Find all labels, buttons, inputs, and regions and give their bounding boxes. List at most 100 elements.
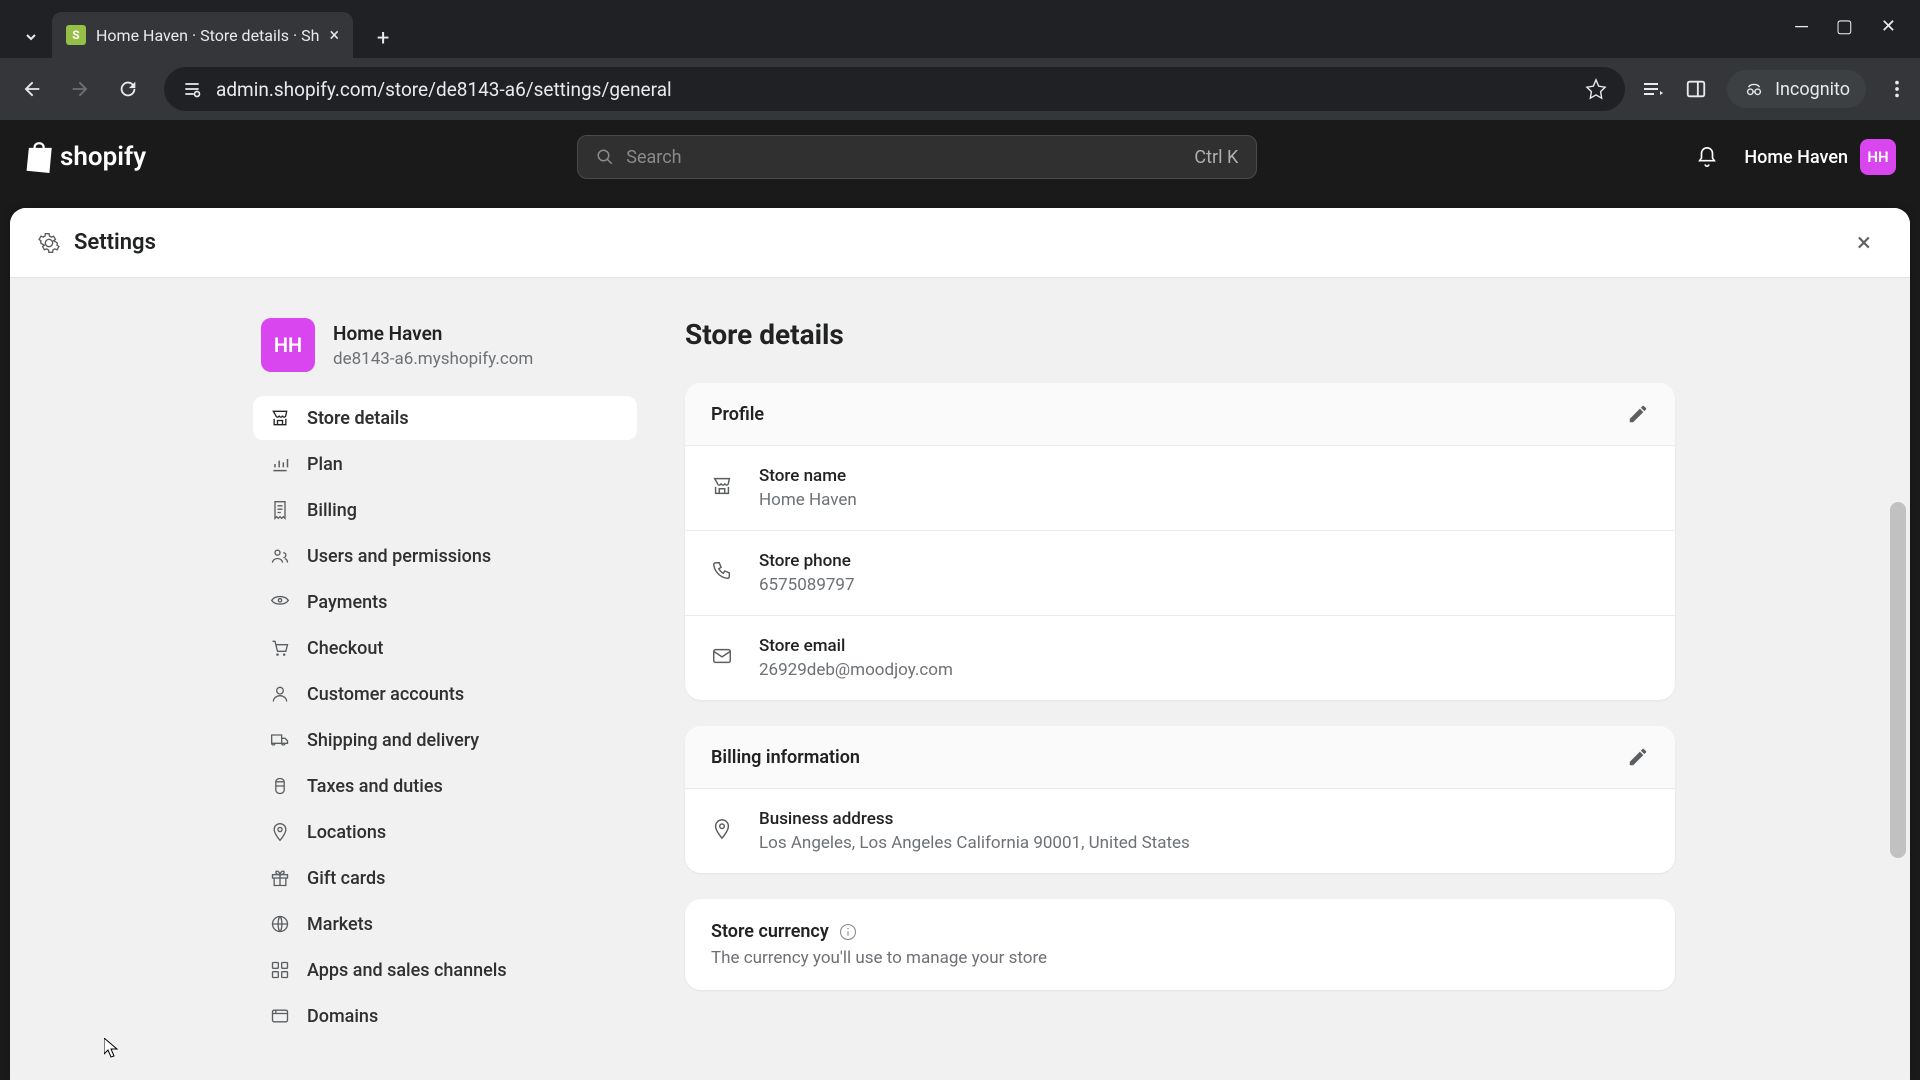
sidebar-item-locations[interactable]: Locations (253, 810, 637, 854)
account-avatar: HH (1860, 139, 1896, 175)
field-row: Store email26929deb@moodjoy.com (685, 615, 1675, 700)
close-window-button[interactable]: ✕ (1881, 16, 1896, 37)
sidebar-item-users-and-permissions[interactable]: Users and permissions (253, 534, 637, 578)
apps-icon (269, 959, 291, 981)
sidebar-item-payments[interactable]: Payments (253, 580, 637, 624)
search-icon (596, 148, 614, 166)
bell-icon (1696, 146, 1718, 168)
account-name: Home Haven (1744, 147, 1848, 168)
sidebar-item-label: Users and permissions (307, 546, 491, 567)
gear-icon (38, 232, 60, 254)
sidebar-item-checkout[interactable]: Checkout (253, 626, 637, 670)
browser-menu-icon[interactable] (1886, 78, 1908, 100)
field-label: Store email (759, 636, 953, 656)
incognito-badge[interactable]: Incognito (1727, 70, 1866, 108)
side-panel-icon[interactable] (1685, 78, 1707, 100)
sidebar-item-billing[interactable]: Billing (253, 488, 637, 532)
gift-icon (269, 867, 291, 889)
sidebar-item-gift-cards[interactable]: Gift cards (253, 856, 637, 900)
page-title: Store details (685, 318, 1675, 351)
shopify-logo[interactable]: shopify (24, 141, 146, 173)
field-row: Store phone6575089797 (685, 530, 1675, 615)
mail-icon (711, 645, 737, 671)
content-scrollbar[interactable] (1890, 502, 1906, 858)
sidebar-item-apps-and-sales-channels[interactable]: Apps and sales channels (253, 948, 637, 992)
billing-card-title: Billing information (711, 747, 860, 768)
sidebar-item-store-details[interactable]: Store details (253, 396, 637, 440)
field-label: Business address (759, 809, 1190, 829)
sidebar-item-label: Customer accounts (307, 684, 464, 705)
receipt-icon (269, 499, 291, 521)
media-control-icon[interactable] (1641, 77, 1665, 101)
bookmark-star-icon[interactable] (1585, 78, 1607, 100)
field-label: Store name (759, 466, 857, 486)
sidebar-item-label: Apps and sales channels (307, 960, 507, 981)
browser-tab[interactable]: S Home Haven · Store details · Sh × (52, 12, 353, 58)
sidebar-item-label: Checkout (307, 638, 383, 659)
reload-button[interactable] (108, 69, 148, 109)
phone-icon (711, 560, 737, 586)
store-identity[interactable]: HH Home Haven de8143-a6.myshopify.com (245, 318, 645, 396)
maximize-button[interactable]: ▢ (1836, 16, 1853, 37)
settings-header: Settings × (10, 208, 1910, 278)
notifications-button[interactable] (1688, 138, 1726, 176)
currency-description: The currency you'll use to manage your s… (711, 948, 1649, 968)
sidebar-item-markets[interactable]: Markets (253, 902, 637, 946)
tab-close-button[interactable]: × (329, 25, 339, 46)
sidebar-item-shipping-and-delivery[interactable]: Shipping and delivery (253, 718, 637, 762)
users-icon (269, 545, 291, 567)
shopify-topbar: shopify Search Ctrl K Home Haven HH (0, 120, 1920, 194)
tab-title: Home Haven · Store details · Sh (96, 26, 319, 45)
sidebar-item-label: Gift cards (307, 868, 385, 889)
domain-icon (269, 1005, 291, 1027)
globe-icon (269, 913, 291, 935)
edit-profile-button[interactable] (1627, 403, 1649, 425)
tax-icon (269, 775, 291, 797)
settings-main: Store details Profile Store nameHome Hav… (685, 318, 1675, 1080)
location-icon (711, 818, 737, 844)
back-button[interactable] (12, 69, 52, 109)
payments-icon (269, 591, 291, 613)
settings-sidebar: HH Home Haven de8143-a6.myshopify.com St… (245, 318, 645, 1080)
forward-button[interactable] (60, 69, 100, 109)
sidebar-item-label: Domains (307, 1006, 378, 1027)
profile-card: Profile Store nameHome HavenStore phone6… (685, 383, 1675, 700)
info-icon[interactable] (839, 923, 857, 941)
sidebar-item-taxes-and-duties[interactable]: Taxes and duties (253, 764, 637, 808)
cart-icon (269, 637, 291, 659)
search-input[interactable]: Search Ctrl K (577, 135, 1257, 179)
settings-modal: Settings × HH Home Haven de8143-a6.mysho… (10, 208, 1910, 1080)
person-icon (269, 683, 291, 705)
store-name: Home Haven (333, 322, 533, 345)
store-avatar: HH (261, 318, 315, 372)
sidebar-item-label: Taxes and duties (307, 776, 443, 797)
truck-icon (269, 729, 291, 751)
store-icon (269, 407, 291, 429)
tab-search-dropdown[interactable] (10, 16, 52, 58)
sidebar-item-label: Billing (307, 500, 357, 521)
field-row: Business addressLos Angeles, Los Angeles… (685, 788, 1675, 873)
field-value: 6575089797 (759, 575, 855, 595)
store-icon (711, 475, 737, 501)
site-settings-icon[interactable] (182, 79, 202, 99)
currency-card: Store currency The currency you'll use t… (685, 899, 1675, 990)
sidebar-item-label: Locations (307, 822, 386, 843)
field-value: Home Haven (759, 490, 857, 510)
new-tab-button[interactable]: + (363, 18, 403, 58)
sidebar-item-domains[interactable]: Domains (253, 994, 637, 1038)
sidebar-item-plan[interactable]: Plan (253, 442, 637, 486)
close-settings-button[interactable]: × (1846, 225, 1882, 261)
account-menu-button[interactable]: Home Haven HH (1744, 139, 1896, 175)
minimize-button[interactable]: ─ (1795, 16, 1808, 37)
store-url: de8143-a6.myshopify.com (333, 349, 533, 369)
browser-toolbar: admin.shopify.com/store/de8143-a6/settin… (0, 58, 1920, 120)
browser-tab-strip: S Home Haven · Store details · Sh × + ─ … (0, 0, 1920, 58)
sidebar-item-customer-accounts[interactable]: Customer accounts (253, 672, 637, 716)
incognito-icon (1743, 78, 1765, 100)
edit-billing-button[interactable] (1627, 746, 1649, 768)
sidebar-item-label: Store details (307, 408, 409, 429)
url-bar[interactable]: admin.shopify.com/store/de8143-a6/settin… (164, 67, 1625, 111)
settings-title: Settings (74, 230, 156, 255)
sidebar-item-label: Markets (307, 914, 373, 935)
currency-title: Store currency (711, 921, 829, 942)
